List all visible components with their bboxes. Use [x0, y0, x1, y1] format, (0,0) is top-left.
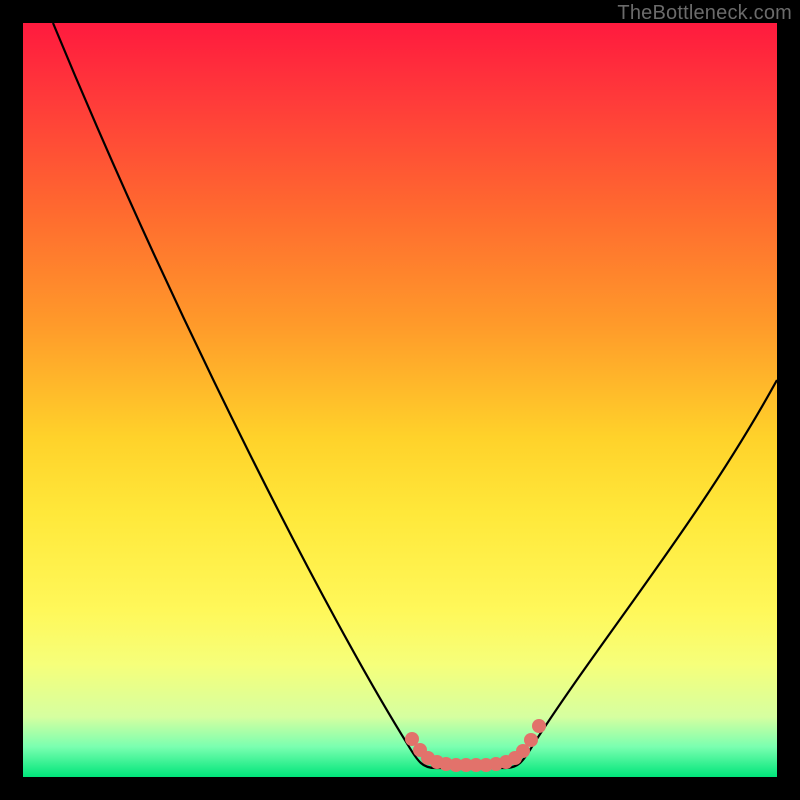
plot-area [23, 23, 777, 777]
watermark-text: TheBottleneck.com [617, 2, 792, 25]
chart-frame: TheBottleneck.com [0, 0, 800, 800]
